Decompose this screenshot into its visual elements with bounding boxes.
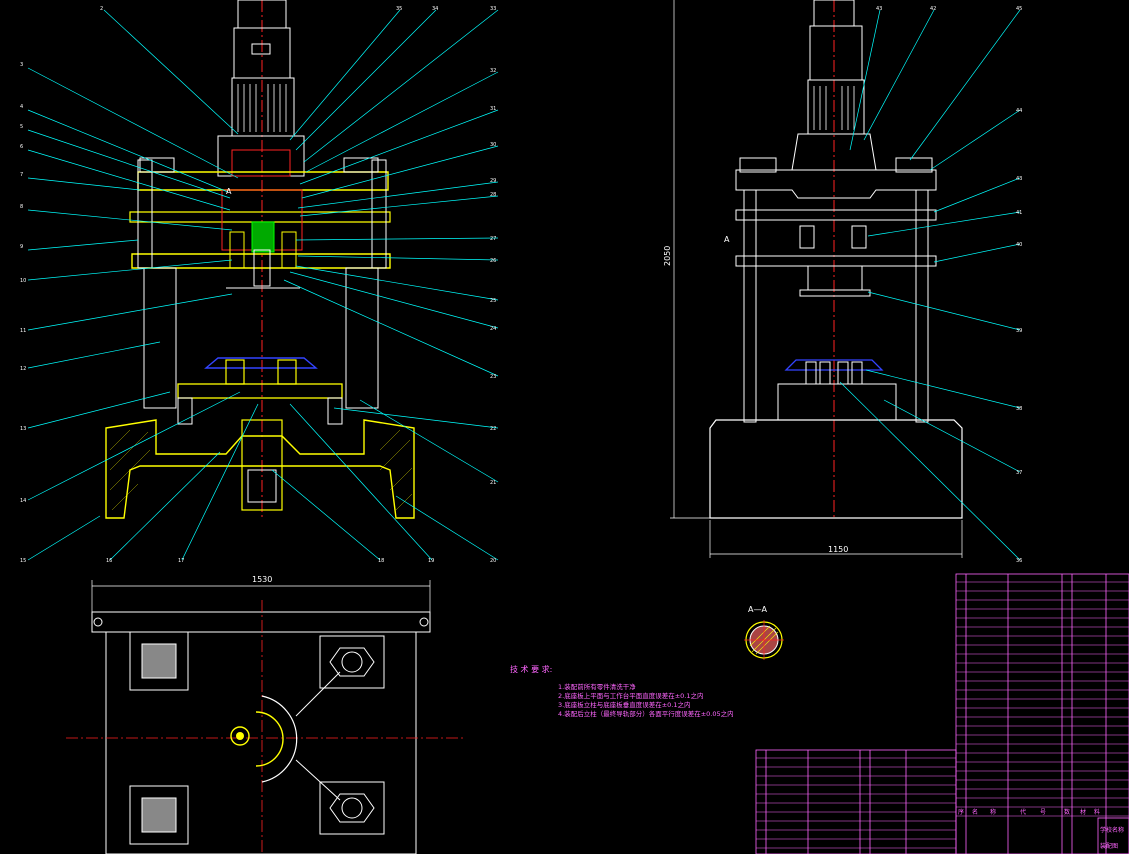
svg-text:5: 5 <box>20 124 23 130</box>
svg-text:28: 28 <box>490 192 496 198</box>
svg-text:3: 3 <box>20 62 23 68</box>
plan-width-dimension: 1530 <box>252 575 272 584</box>
svg-text:31: 31 <box>490 106 496 112</box>
svg-text:35: 35 <box>396 6 402 12</box>
svg-text:26: 26 <box>490 258 496 264</box>
svg-text:10: 10 <box>20 278 26 284</box>
section-mark-right: A <box>724 235 730 244</box>
svg-text:27: 27 <box>490 236 496 242</box>
svg-text:7: 7 <box>20 172 23 178</box>
title-header-code1: 代 <box>1020 808 1026 816</box>
drawing-number: 装配图 <box>1100 842 1118 850</box>
svg-text:2: 2 <box>100 6 103 12</box>
svg-text:16: 16 <box>106 558 112 564</box>
svg-text:6: 6 <box>20 144 23 150</box>
side-view: 2050 1150 A 43 42 45 44 43 41 40 39 38 37 36 <box>663 0 1022 564</box>
svg-text:22: 22 <box>490 426 496 432</box>
svg-text:8: 8 <box>20 204 23 210</box>
section-title: A—A <box>748 605 767 614</box>
svg-text:25: 25 <box>490 298 496 304</box>
tech-note-3: 3.底座板立柱与底座板垂直度误差在±0.1之内 <box>558 700 691 709</box>
tech-note-1: 1.装配前所有零件清洗干净 <box>558 682 636 691</box>
section-a-a: A—A <box>744 605 784 660</box>
section-mark-left: A <box>226 187 232 196</box>
technical-requirements: 技 术 要 求: 1.装配前所有零件清洗干净 2.底座板上平面与工作台平面直度误… <box>510 664 734 718</box>
title-header-seq: 序 <box>958 808 964 816</box>
table-rows <box>756 581 1129 849</box>
front-height-dimension: 2050 <box>663 246 672 266</box>
svg-text:43: 43 <box>876 6 882 12</box>
svg-text:44: 44 <box>1016 108 1022 114</box>
svg-text:36: 36 <box>1016 558 1022 564</box>
svg-text:11: 11 <box>20 328 26 334</box>
svg-text:39: 39 <box>1016 328 1022 334</box>
svg-text:4: 4 <box>20 104 23 110</box>
svg-text:45: 45 <box>1016 6 1022 12</box>
cad-assembly-drawing: 34 56 78 910 1112 1314 15 16 172 3334 353… <box>20 0 1129 854</box>
svg-text:37: 37 <box>1016 470 1022 476</box>
svg-text:20: 20 <box>490 558 496 564</box>
svg-text:21: 21 <box>490 480 496 486</box>
title-header-name2: 称 <box>990 808 996 816</box>
title-header-qty: 数 <box>1064 808 1070 816</box>
svg-text:15: 15 <box>20 558 26 564</box>
svg-text:40: 40 <box>1016 242 1022 248</box>
tech-note-2: 2.底座板上平面与工作台平面直度误差在±0.1之内 <box>558 691 704 700</box>
svg-text:42: 42 <box>930 6 936 12</box>
title-header-name1: 名 <box>972 808 978 816</box>
svg-text:24: 24 <box>490 326 496 332</box>
title-block: 序 名 称 代 号 数 材 料 学校名称 装配图 <box>958 808 1124 850</box>
title-header-code2: 号 <box>1040 809 1046 816</box>
svg-text:34: 34 <box>432 6 438 12</box>
svg-text:23: 23 <box>490 374 496 380</box>
svg-text:17: 17 <box>178 558 184 564</box>
svg-text:41: 41 <box>1016 210 1022 216</box>
svg-text:32: 32 <box>490 68 496 74</box>
svg-text:29: 29 <box>490 178 496 184</box>
title-header-mat2: 料 <box>1094 808 1100 816</box>
svg-text:33: 33 <box>490 6 496 12</box>
svg-text:30: 30 <box>490 142 496 148</box>
tech-note-4: 4.装配后立柱（最终导轨部分）各面平行度误差在±0.05之内 <box>558 709 734 718</box>
school-name: 学校名称 <box>1100 826 1124 834</box>
side-width-dimension: 1150 <box>828 545 848 554</box>
svg-text:12: 12 <box>20 366 26 372</box>
svg-text:38: 38 <box>1016 406 1022 412</box>
plan-view: 1530 <box>66 575 464 854</box>
svg-text:9: 9 <box>20 244 23 250</box>
svg-text:14: 14 <box>20 498 26 504</box>
svg-text:43: 43 <box>1016 176 1022 182</box>
svg-text:19: 19 <box>428 558 434 564</box>
svg-text:18: 18 <box>378 558 384 564</box>
svg-text:13: 13 <box>20 426 26 432</box>
front-view: 34 56 78 910 1112 1314 15 16 172 3334 353… <box>20 0 499 564</box>
title-header-mat1: 材 <box>1080 808 1086 816</box>
tech-notes-title: 技 术 要 求: <box>510 664 552 674</box>
